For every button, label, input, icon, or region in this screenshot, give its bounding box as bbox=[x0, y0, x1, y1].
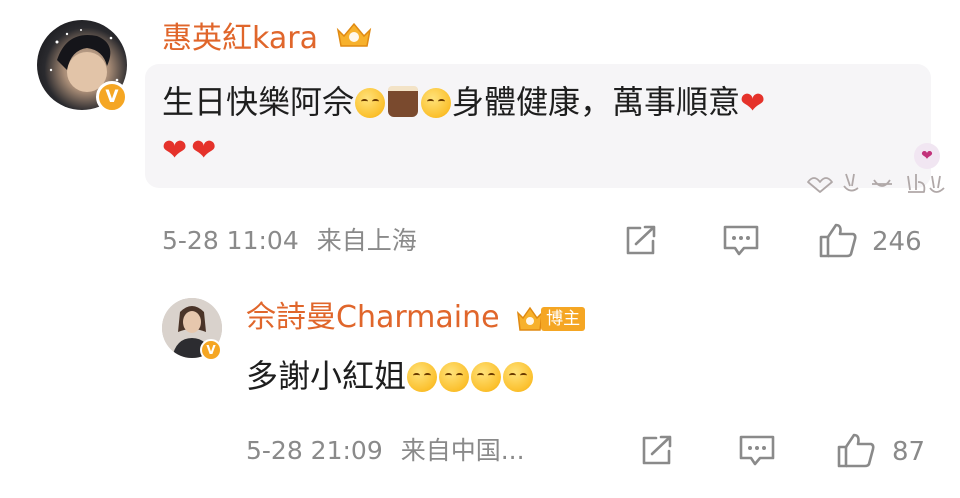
comment-time: 5-28 11:04 bbox=[162, 226, 299, 255]
verified-badge-label: V bbox=[105, 87, 119, 107]
reply-time: 5-28 21:09 bbox=[246, 436, 383, 465]
kiss-emoji-icon bbox=[355, 88, 386, 118]
heart-emoji-icon: ❤ bbox=[191, 133, 217, 168]
comment-icon[interactable] bbox=[738, 434, 776, 472]
blogger-tag: 博主 bbox=[515, 304, 586, 334]
like-button[interactable]: 246 bbox=[818, 222, 922, 262]
heart-emoji-icon: ❤ bbox=[162, 133, 188, 168]
comment-icon[interactable] bbox=[722, 224, 760, 262]
comment-author-name[interactable]: 惠英紅kara bbox=[162, 21, 318, 56]
verified-badge: V bbox=[200, 339, 222, 361]
comment-location: 来自上海 bbox=[316, 226, 417, 255]
cake-emoji-icon bbox=[388, 86, 419, 117]
hug-emoji-icon bbox=[421, 88, 452, 118]
reply-author-name[interactable]: 佘詩曼Charmaine bbox=[246, 300, 500, 335]
reply-like-count: 87 bbox=[892, 437, 926, 467]
reply-meta: 5-28 21:09 来自中国... bbox=[246, 436, 525, 466]
comment-text-part2: 身體健康，萬事順意 bbox=[452, 83, 741, 121]
share-icon[interactable] bbox=[624, 224, 658, 260]
verified-badge-label: V bbox=[206, 343, 216, 357]
like-button[interactable]: 87 bbox=[836, 432, 925, 472]
reply-text: 多謝小紅姐 bbox=[246, 356, 534, 396]
blogger-tag-label: 博主 bbox=[541, 306, 586, 331]
reply-location: 来自中国... bbox=[400, 436, 525, 465]
reply-text-content: 多謝小紅姐 bbox=[246, 357, 407, 395]
kiss-emoji-icon bbox=[503, 362, 534, 392]
kiss-emoji-icon bbox=[471, 362, 502, 392]
verified-badge: V bbox=[96, 81, 128, 113]
heart-emoji-row: ❤ ❤ bbox=[162, 136, 216, 166]
comment-author[interactable]: 惠英紅kara bbox=[162, 20, 374, 59]
comment-like-count: 246 bbox=[872, 227, 922, 257]
reply-author[interactable]: 佘詩曼Charmaine 博主 bbox=[246, 300, 586, 336]
heart-reaction-icon[interactable]: ❤ bbox=[914, 143, 940, 169]
like-icon[interactable] bbox=[836, 432, 876, 472]
crown-icon bbox=[334, 20, 374, 59]
reaction-gestures-icon[interactable] bbox=[800, 170, 945, 196]
comment-meta: 5-28 11:04 来自上海 bbox=[162, 226, 417, 256]
like-icon[interactable] bbox=[818, 222, 858, 262]
comment-text: 生日快樂阿佘 身體健康，萬事順意❤ bbox=[162, 82, 765, 122]
heart-emoji-icon: ❤ bbox=[740, 86, 766, 121]
comment-text-part1: 生日快樂阿佘 bbox=[162, 83, 355, 121]
kiss-emoji-icon bbox=[407, 362, 438, 392]
share-icon[interactable] bbox=[640, 434, 674, 470]
kiss-emoji-icon bbox=[439, 362, 470, 392]
